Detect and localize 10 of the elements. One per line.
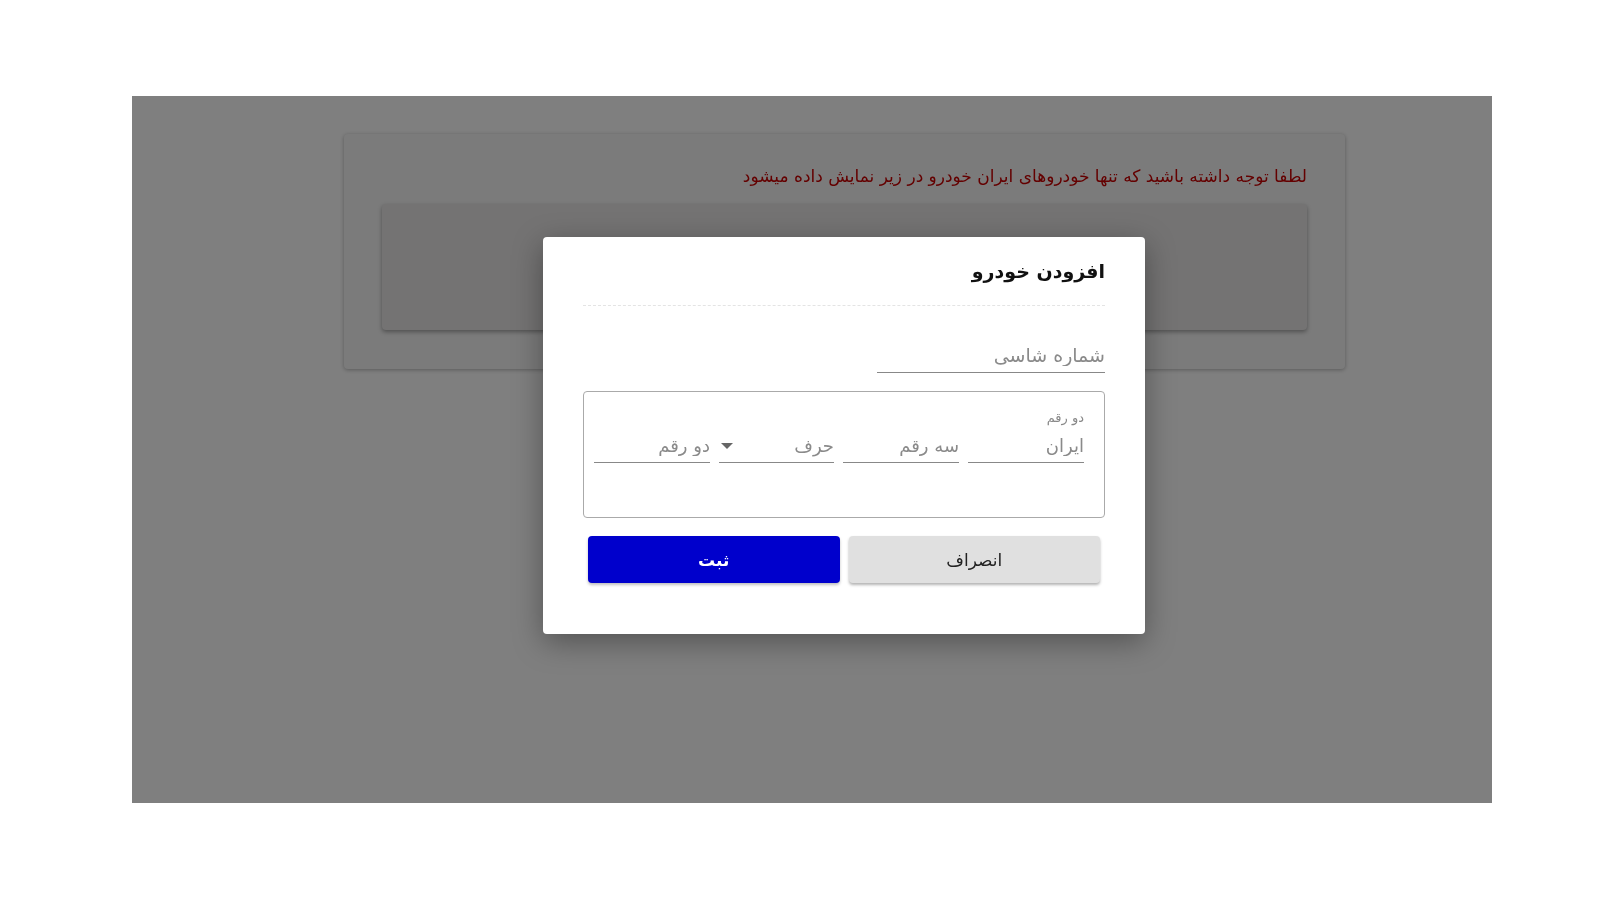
plate-input-field[interactable]: سه رقم: [843, 431, 959, 463]
plate-label: دو رقم: [1046, 410, 1084, 425]
notice-text: لطفا توجه داشته باشید که تنها خودروهای ایران خودرو در زیر نمایش داده میشود: [741, 165, 1307, 189]
plate-input-field[interactable]: دو رقم: [594, 431, 710, 463]
cancel-button[interactable]: انصراف: [848, 536, 1100, 583]
plate-input-field[interactable]: ایران: [968, 431, 1084, 463]
chassis-number-field[interactable]: شماره شاسی: [877, 340, 1105, 373]
caret-icon: [721, 442, 733, 449]
submit-button[interactable]: ثبت: [588, 536, 840, 583]
dialog-title: افزودن خودرو: [970, 259, 1105, 285]
